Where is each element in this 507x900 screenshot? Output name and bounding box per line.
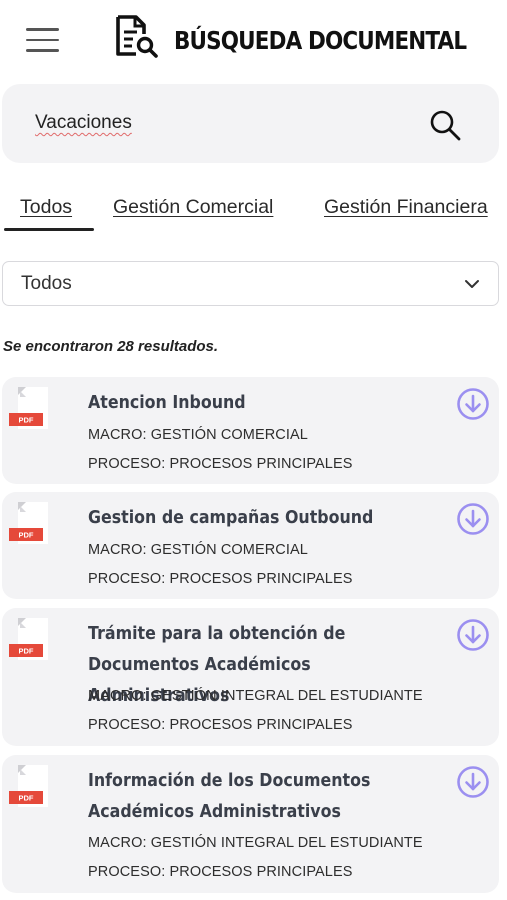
search-icon[interactable]: [428, 108, 462, 142]
result-card[interactable]: PDF Trámite para la obtención de Documen…: [2, 608, 499, 746]
result-macro: MACRO: GESTIÓN COMERCIAL: [88, 542, 308, 558]
hamburger-menu-icon[interactable]: [26, 28, 60, 52]
search-input-value[interactable]: Vacaciones: [35, 112, 132, 134]
svg-text:PDF: PDF: [19, 647, 34, 656]
tab-todos[interactable]: Todos: [20, 196, 72, 219]
app-header: BÚSQUEDA DOCUMENTAL: [0, 0, 507, 84]
result-macro: MACRO: GESTIÓN COMERCIAL: [88, 427, 308, 443]
svg-text:PDF: PDF: [19, 531, 34, 540]
svg-text:PDF: PDF: [19, 794, 34, 803]
result-proceso: PROCESO: PROCESOS PRINCIPALES: [88, 864, 353, 880]
result-card[interactable]: PDF Información de los Documentos Académ…: [2, 755, 499, 893]
tab-active-indicator: [4, 228, 94, 231]
result-card[interactable]: PDF Atencion Inbound MACRO: GESTIÓN COME…: [2, 377, 499, 484]
pdf-file-icon: PDF: [9, 387, 48, 429]
result-title[interactable]: Gestion de campañas Outbound: [88, 502, 405, 533]
result-title[interactable]: Información de los Documentos Académicos…: [88, 765, 405, 827]
tab-gestion-comercial[interactable]: Gestión Comercial: [113, 196, 273, 219]
download-icon[interactable]: [456, 387, 490, 421]
result-title[interactable]: Atencion Inbound: [88, 387, 405, 418]
result-proceso: PROCESO: PROCESOS PRINCIPALES: [88, 456, 353, 472]
result-macro: MACRO: GESTIÓN INTEGRAL DEL ESTUDIANTE: [88, 688, 423, 704]
svg-text:PDF: PDF: [19, 416, 34, 425]
result-proceso: PROCESO: PROCESOS PRINCIPALES: [88, 571, 353, 587]
document-search-icon: [116, 15, 158, 58]
download-icon[interactable]: [456, 502, 490, 536]
pdf-file-icon: PDF: [9, 765, 48, 807]
category-tabs: Todos Gestión Comercial Gestión Financie…: [0, 188, 507, 234]
download-icon[interactable]: [456, 765, 490, 799]
page-title: BÚSQUEDA DOCUMENTAL: [174, 26, 467, 55]
pdf-file-icon: PDF: [9, 502, 48, 544]
filter-select-value: Todos: [21, 273, 72, 294]
pdf-file-icon: PDF: [9, 618, 48, 660]
filter-select[interactable]: Todos: [2, 261, 499, 306]
result-card[interactable]: PDF Gestion de campañas Outbound MACRO: …: [2, 492, 499, 599]
search-input[interactable]: Vacaciones: [2, 84, 499, 163]
result-macro: MACRO: GESTIÓN INTEGRAL DEL ESTUDIANTE: [88, 835, 423, 851]
tab-gestion-financiera[interactable]: Gestión Financiera: [324, 196, 488, 219]
chevron-down-icon: [465, 280, 479, 288]
download-icon[interactable]: [456, 618, 490, 652]
results-count: Se encontraron 28 resultados.: [3, 338, 219, 355]
result-proceso: PROCESO: PROCESOS PRINCIPALES: [88, 717, 353, 733]
